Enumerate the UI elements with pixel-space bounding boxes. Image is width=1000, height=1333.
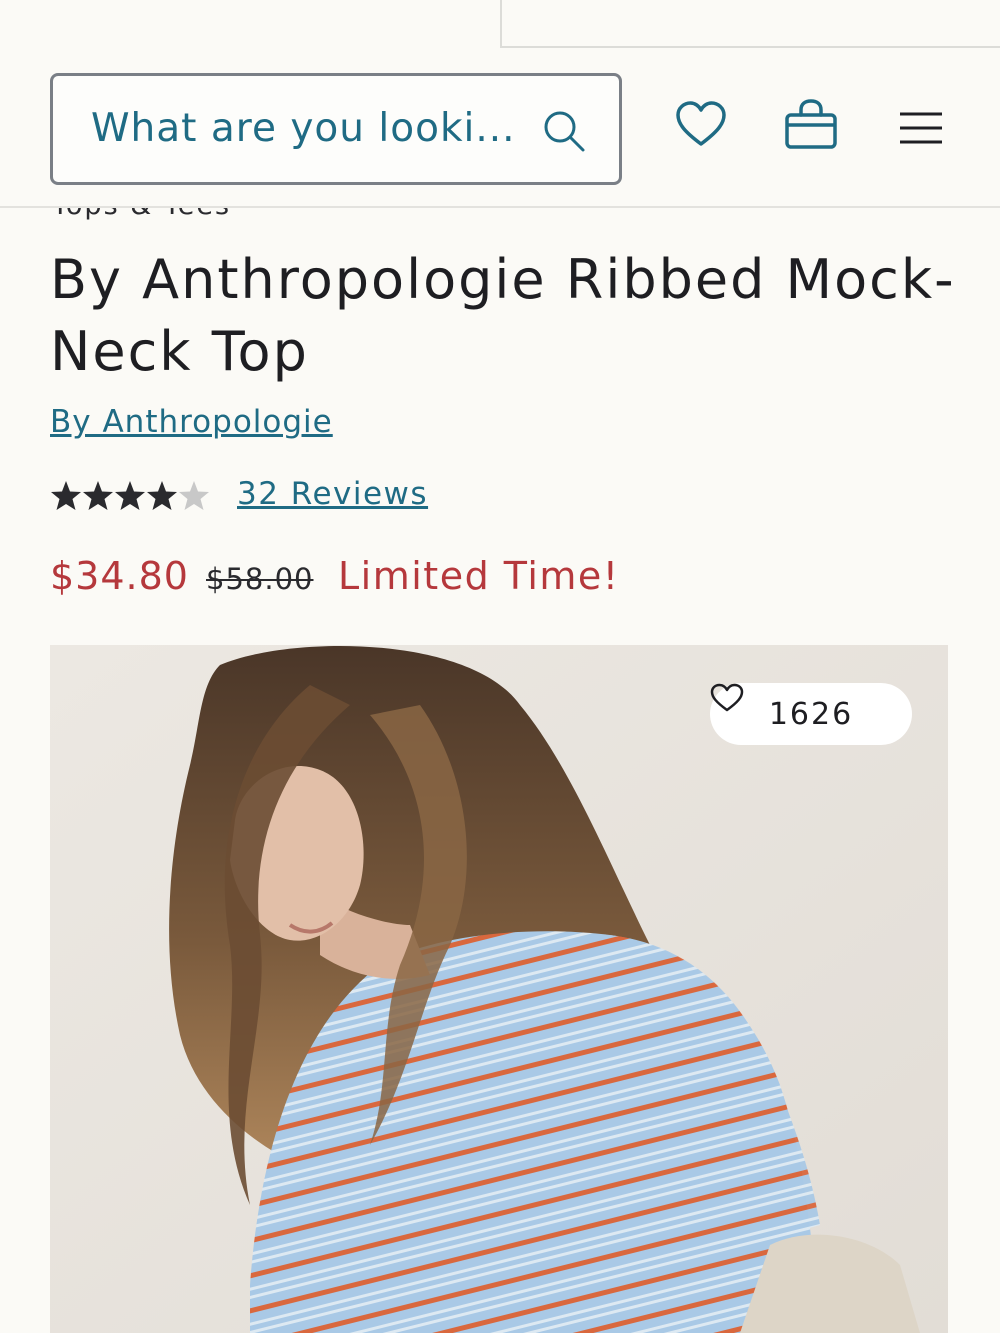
search-input[interactable]: What are you looki... — [50, 73, 622, 185]
star-rating[interactable] — [50, 476, 212, 516]
reviews-link[interactable]: 32 Reviews — [237, 476, 428, 512]
rating-stars-icon — [51, 481, 209, 510]
wishlist-heart-icon[interactable] — [675, 100, 727, 148]
search-placeholder: What are you looki... — [91, 106, 516, 151]
product-page: What are you looki... Tops & Tees By Ant… — [0, 0, 1000, 1333]
price-row: $34.80 $58.00 Limited Time! — [50, 554, 618, 598]
favorite-count: 1626 — [768, 696, 854, 732]
top-banner-strip — [500, 0, 1000, 48]
heart-icon — [710, 683, 744, 712]
favorite-button[interactable]: 1626 — [710, 683, 912, 745]
product-photo — [50, 645, 948, 1333]
sale-price: $34.80 — [50, 554, 189, 598]
product-image[interactable]: 1626 — [50, 645, 948, 1333]
original-price: $58.00 — [206, 562, 314, 596]
site-header: What are you looki... — [0, 48, 1000, 208]
brand-link[interactable]: By Anthropologie — [50, 404, 333, 440]
search-icon[interactable] — [541, 108, 587, 154]
menu-icon[interactable] — [898, 110, 944, 146]
shopping-bag-icon[interactable] — [784, 98, 838, 150]
promo-label: Limited Time! — [338, 554, 620, 598]
product-title: By Anthropologie Ribbed Mock-Neck Top — [50, 248, 956, 383]
